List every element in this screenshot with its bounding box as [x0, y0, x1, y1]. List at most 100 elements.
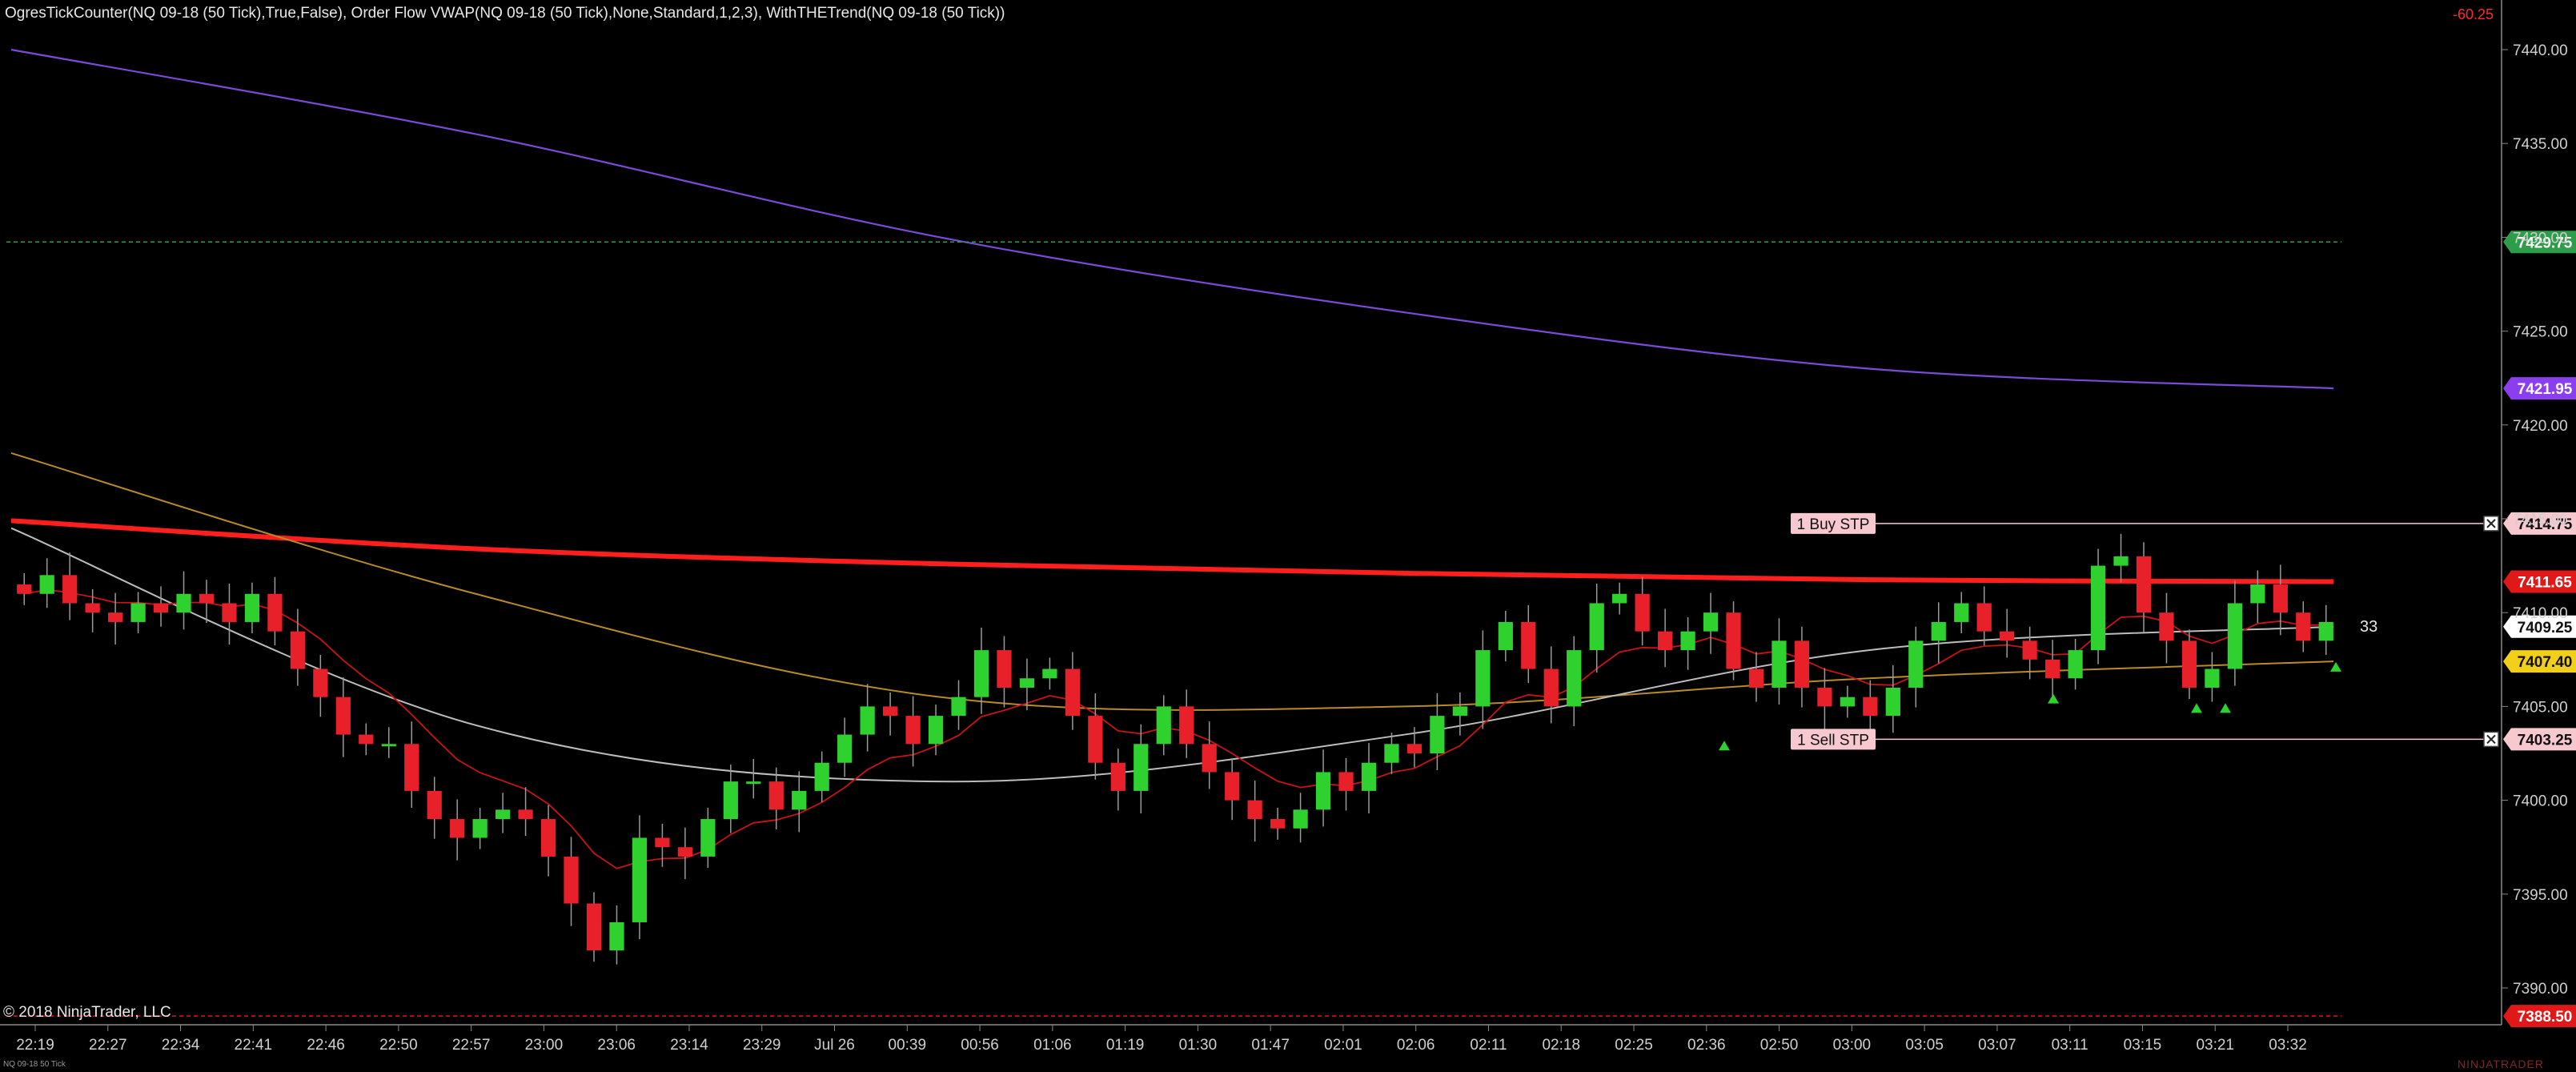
- candle-body: [85, 603, 100, 613]
- candle-body: [130, 603, 146, 622]
- candle-body: [1498, 621, 1513, 651]
- candle-body: [1475, 650, 1491, 707]
- candle-body: [2090, 565, 2106, 651]
- price-tag-label: 7411.65: [2518, 575, 2572, 592]
- x-tick-label: 03:05: [1905, 1037, 1944, 1054]
- candle-body: [1202, 744, 1217, 773]
- y-tick-label: 7390.00: [2513, 981, 2568, 998]
- candle-body: [1065, 668, 1080, 717]
- candle-body: [1406, 744, 1422, 753]
- candle-body: [1179, 706, 1194, 745]
- candle-body: [1543, 668, 1559, 707]
- candle-body: [381, 744, 396, 747]
- candle-body: [1452, 706, 1467, 717]
- candle-body: [450, 819, 465, 838]
- x-tick-label: 03:15: [2124, 1037, 2162, 1054]
- candle-body: [2045, 659, 2060, 679]
- candle-body: [2250, 584, 2265, 604]
- candle-body: [837, 734, 853, 763]
- candle-body: [883, 706, 898, 717]
- candle-body: [1931, 621, 1946, 641]
- y-tick-label: 7430.00: [2513, 230, 2568, 247]
- candle-body: [153, 603, 169, 613]
- indicator-header: OgresTickCounter(NQ 09-18 (50 Tick),True…: [5, 5, 1005, 22]
- candle-body: [2000, 631, 2015, 641]
- candle-body: [905, 716, 921, 745]
- candle-body: [496, 809, 511, 820]
- candle-body: [1042, 668, 1057, 679]
- candle-body: [1270, 819, 1286, 829]
- y-tick-label: 7425.00: [2513, 324, 2568, 341]
- candle-body: [2318, 621, 2333, 641]
- x-tick-label: 02:18: [1542, 1037, 1580, 1054]
- order-label: 1 Buy STP: [1797, 516, 1870, 533]
- chart-svg[interactable]: 7429.757421.951 Buy STP 7414.757411.65740…: [0, 0, 2576, 1072]
- candle-body: [997, 650, 1012, 688]
- price-tag-label: 7421.95: [2518, 381, 2573, 398]
- candle-body: [1315, 772, 1331, 810]
- candle-body: [768, 781, 784, 810]
- candle-body: [1088, 716, 1103, 763]
- candle-body: [1885, 687, 1900, 717]
- candle-body: [1247, 800, 1262, 820]
- x-tick-label: 01:19: [1106, 1037, 1145, 1054]
- candle-body: [723, 781, 738, 820]
- x-tick-label: 22:50: [379, 1037, 418, 1054]
- candle-body: [1908, 640, 1924, 688]
- x-tick-label: 03:00: [1833, 1037, 1872, 1054]
- x-tick-label: 02:01: [1324, 1037, 1362, 1054]
- candle-body: [1658, 631, 1673, 651]
- candle-body: [1817, 687, 1832, 707]
- chart-background: [0, 0, 2576, 1072]
- candle-body: [1110, 762, 1125, 791]
- x-tick-label: 23:00: [525, 1037, 564, 1054]
- x-tick-label: 22:27: [89, 1037, 127, 1054]
- candle-body: [814, 762, 829, 791]
- x-tick-label: Jul 26: [814, 1037, 855, 1054]
- candle-body: [199, 593, 215, 604]
- x-tick-label: 22:41: [235, 1037, 273, 1054]
- candle-body: [222, 603, 237, 622]
- copyright: © 2018 NinjaTrader, LLC: [3, 1004, 171, 1021]
- candle-body: [267, 593, 283, 632]
- candle-body: [1976, 603, 1992, 632]
- x-tick-label: 01:47: [1251, 1037, 1290, 1054]
- candle-body: [1430, 716, 1445, 753]
- candle-body: [176, 593, 191, 613]
- candle-body: [2296, 612, 2311, 641]
- y-tick-label: 7405.00: [2513, 699, 2568, 716]
- pnl-readout: -60.25: [2453, 6, 2494, 22]
- candle-body: [2227, 603, 2242, 669]
- x-tick-label: 02:50: [1760, 1037, 1799, 1054]
- tick-counter: 33: [2360, 618, 2377, 636]
- candle-body: [655, 837, 670, 848]
- candle-body: [39, 575, 54, 594]
- candle-body: [1680, 631, 1695, 651]
- candle-body: [1567, 650, 1582, 707]
- candle-body: [1612, 593, 1627, 604]
- x-tick-label: 01:06: [1033, 1037, 1072, 1054]
- candle-body: [1521, 621, 1536, 669]
- candle-body: [1635, 593, 1650, 632]
- y-tick-label: 7420.00: [2513, 418, 2568, 435]
- candle-body: [1954, 603, 1969, 622]
- x-tick-label: 02:11: [1470, 1037, 1507, 1054]
- candle-body: [472, 819, 488, 838]
- candle-body: [335, 697, 351, 735]
- candle-body: [1589, 603, 1604, 651]
- candle-body: [1726, 612, 1741, 669]
- candle-body: [17, 584, 32, 594]
- y-tick-label: 7410.00: [2513, 605, 2568, 622]
- x-tick-label: 02:36: [1687, 1037, 1726, 1054]
- x-tick-label: 03:07: [1978, 1037, 2016, 1054]
- ninjatrader-logo: NINJATRADER: [2458, 1058, 2544, 1070]
- candle-body: [2113, 556, 2129, 566]
- x-tick-label: 03:21: [2196, 1037, 2234, 1054]
- candle-body: [2022, 640, 2037, 660]
- y-tick-label: 7415.00: [2513, 512, 2568, 528]
- candle-body: [564, 856, 579, 904]
- candle-body: [1748, 668, 1764, 688]
- candle-body: [746, 781, 761, 785]
- candle-body: [62, 575, 78, 604]
- y-tick-label: 7440.00: [2513, 42, 2568, 59]
